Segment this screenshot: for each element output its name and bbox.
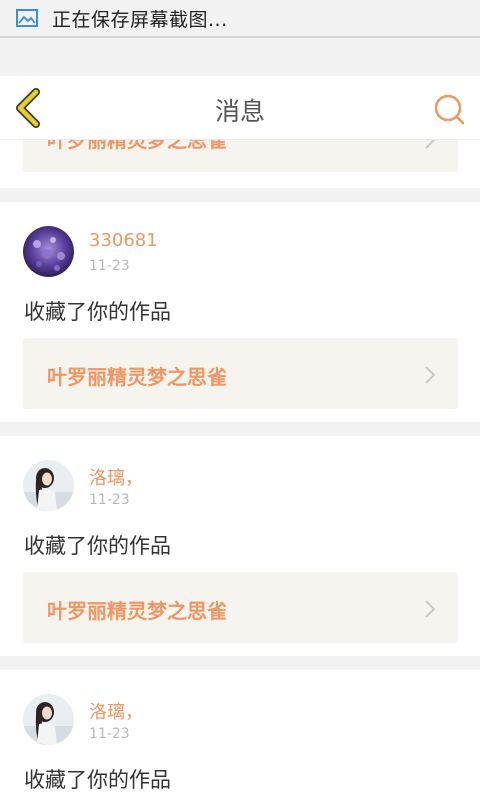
status-text: 正在保存屏幕截图... xyxy=(52,8,228,31)
status-bar: 正在保存屏幕截图... xyxy=(0,0,480,38)
chevron-right-icon xyxy=(425,366,436,384)
work-title: 叶罗丽精灵梦之思雀 xyxy=(47,365,227,389)
username[interactable]: 洛璃， xyxy=(89,464,143,490)
timestamp: 11-23 xyxy=(89,258,130,274)
top-nav-bar: 消息 xyxy=(0,76,480,140)
search-icon[interactable] xyxy=(432,92,466,126)
page-title: 消息 xyxy=(214,97,265,126)
work-link[interactable]: 叶罗丽精灵梦之思雀 xyxy=(23,338,458,409)
user-avatar[interactable] xyxy=(23,694,74,745)
username[interactable]: 330681 xyxy=(89,230,158,251)
message-text: 收藏了你的作品 xyxy=(24,768,171,792)
username[interactable]: 洛璃， xyxy=(89,698,143,724)
chevron-right-icon xyxy=(425,600,436,618)
message-card: 洛璃， 11-23 收藏了你的作品 叶罗丽精灵梦之思雀 xyxy=(0,436,480,656)
message-text: 收藏了你的作品 xyxy=(24,300,171,324)
work-title: 叶罗丽精灵梦之思雀 xyxy=(47,599,227,623)
screenshot-icon xyxy=(16,9,38,27)
message-card: 洛璃， 11-23 收藏了你的作品 xyxy=(0,670,480,800)
message-text: 收藏了你的作品 xyxy=(24,534,171,558)
work-link[interactable]: 叶罗丽精灵梦之思雀 xyxy=(23,572,458,643)
user-avatar[interactable] xyxy=(23,226,74,277)
user-avatar[interactable] xyxy=(23,460,74,511)
timestamp: 11-23 xyxy=(89,492,130,508)
message-card: 330681 11-23 收藏了你的作品 叶罗丽精灵梦之思雀 xyxy=(0,202,480,422)
timestamp: 11-23 xyxy=(89,726,130,742)
